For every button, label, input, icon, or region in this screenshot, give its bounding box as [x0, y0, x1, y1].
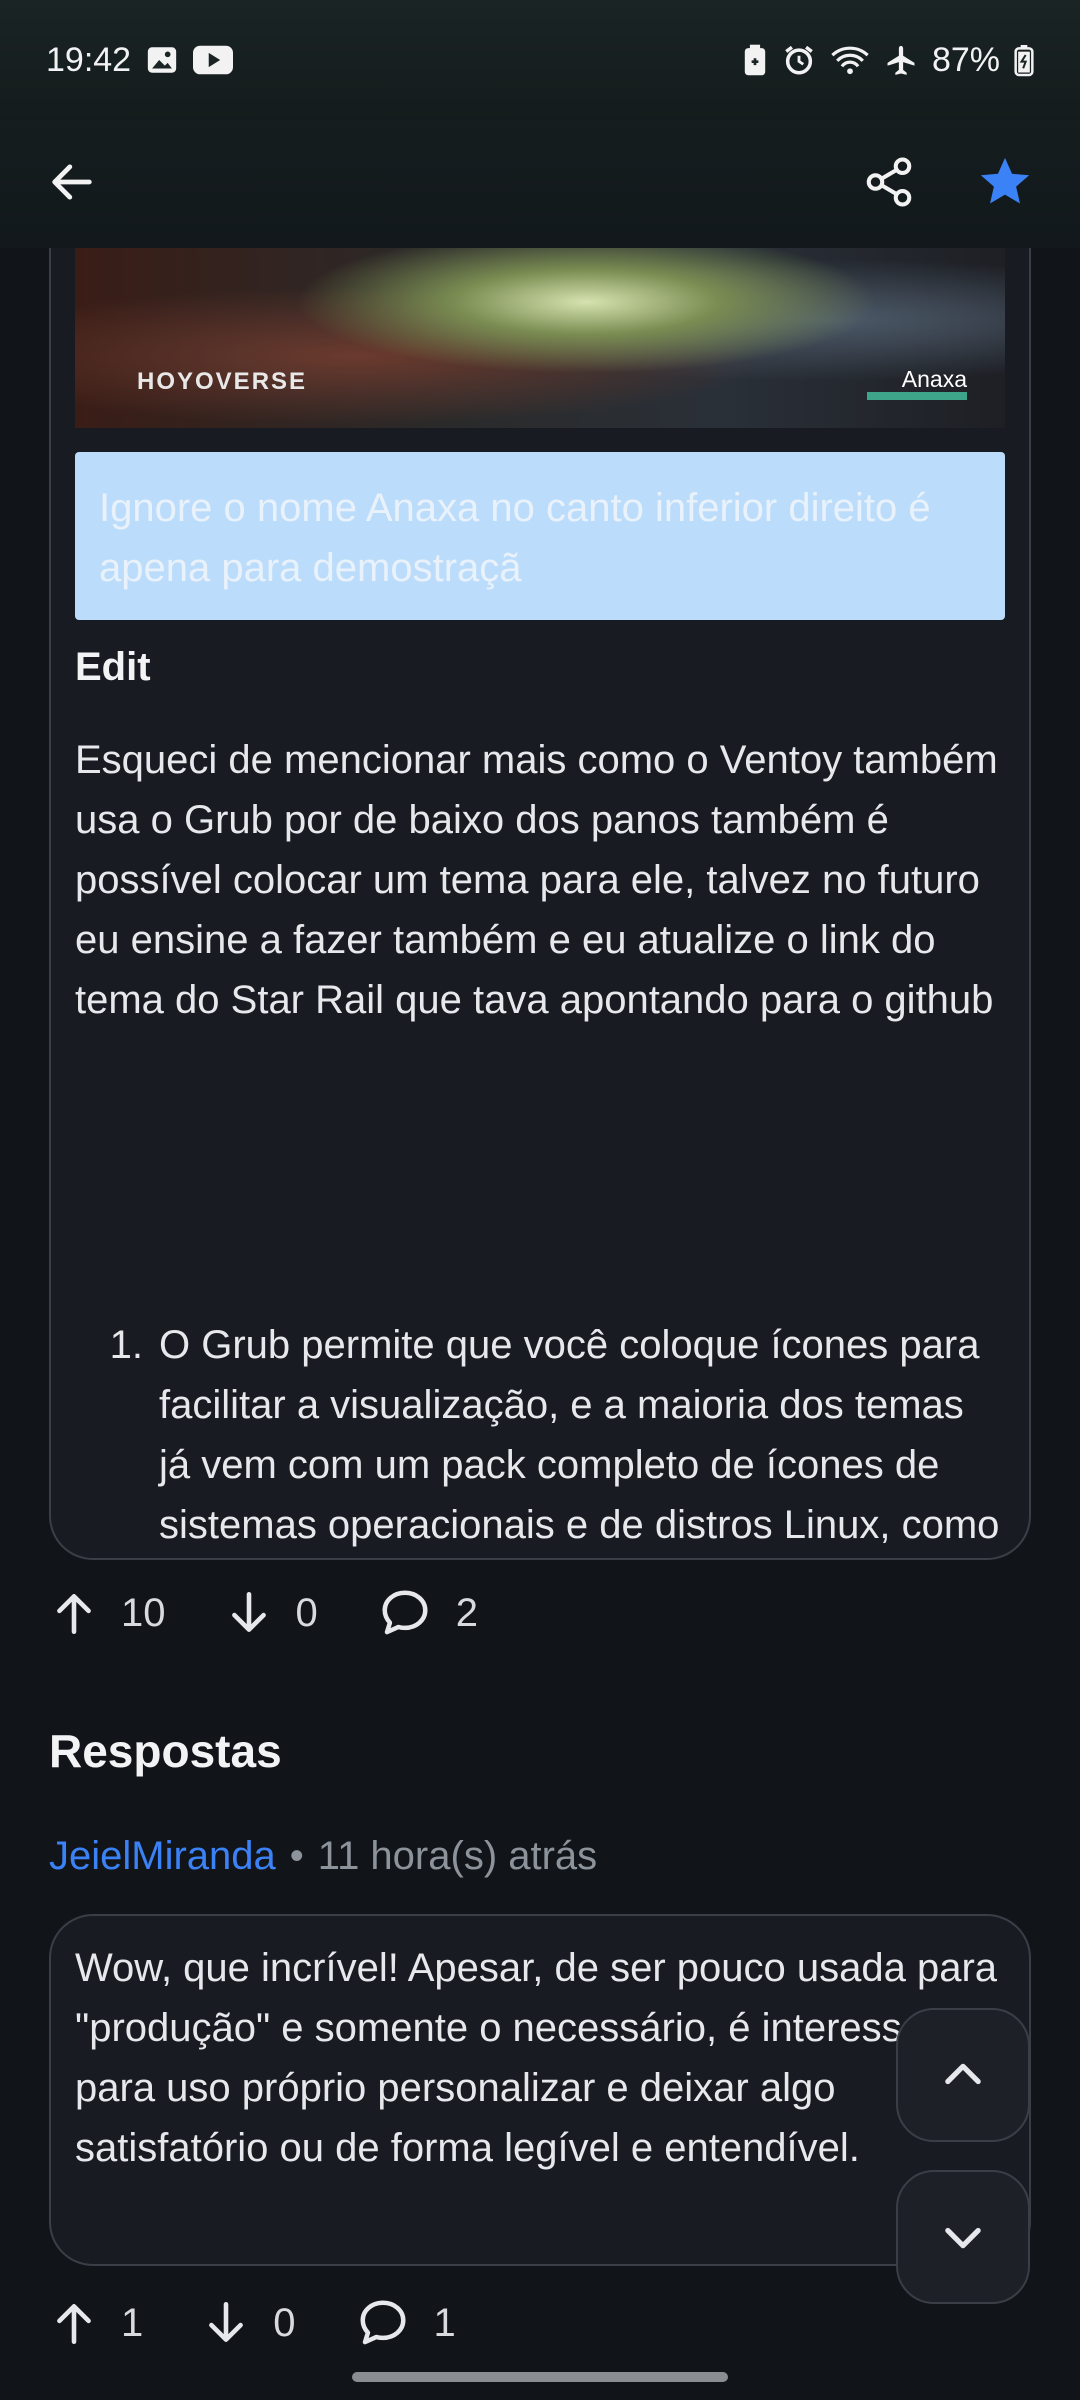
scroll-down-button[interactable]	[896, 2170, 1030, 2304]
list-number: 1.	[109, 1323, 143, 1367]
edit-heading: Edit	[75, 645, 151, 689]
comment-bubble-icon	[382, 1590, 428, 1635]
battery-icon	[1014, 43, 1034, 77]
status-time: 19:42	[46, 40, 132, 79]
comment-button[interactable]: 2	[376, 1586, 478, 1640]
post-card: HOYOVERSE Anaxa Ignore o nome Anaxa no c…	[49, 200, 1031, 1560]
comment-reply-button[interactable]: 1	[354, 2296, 456, 2350]
status-left: 19:42	[46, 40, 234, 80]
comment-reply-count: 1	[433, 2300, 456, 2345]
arrow-up-icon	[57, 2304, 91, 2345]
chevron-down-icon	[945, 2227, 981, 2249]
replies-title: Respostas	[49, 1725, 282, 1777]
comment-actions: 1 0 1	[49, 2296, 514, 2350]
arrow-up-icon	[57, 1594, 91, 1635]
comment-downvote-count: 0	[273, 2300, 296, 2345]
post-actions: 10 0 2	[49, 1586, 536, 1640]
spoiler-callout: Ignore o nome Anaxa no canto inferior di…	[75, 452, 1005, 620]
meta-separator: •	[289, 1834, 304, 1878]
post-body: Esqueci de mencionar mais como o Ventoy …	[75, 738, 998, 1022]
comment-author[interactable]: JeielMiranda	[49, 1834, 276, 1879]
comment-count: 2	[455, 1590, 478, 1635]
image-tag: Anaxa	[901, 366, 967, 392]
comment-upvote-count: 1	[121, 2300, 144, 2345]
app-bar	[0, 120, 1080, 248]
scroll-up-button[interactable]	[896, 2008, 1030, 2142]
app-bar-actions	[862, 153, 1034, 216]
wifi-icon	[830, 44, 870, 76]
status-right: 87%	[742, 41, 1034, 80]
share-icon[interactable]	[862, 155, 916, 214]
alarm-icon	[782, 43, 816, 77]
back-arrow-icon[interactable]	[46, 156, 98, 213]
comment-upvote-button[interactable]: 1	[49, 2298, 143, 2348]
downvote-count: 0	[295, 1590, 318, 1635]
image-watermark: HOYOVERSE	[137, 368, 308, 395]
list-text: O Grub permite que você coloque ícones p…	[159, 1323, 1000, 1547]
battery-percent: 87%	[931, 40, 1000, 79]
arrow-down-icon	[209, 2301, 244, 2342]
post-image[interactable]: HOYOVERSE Anaxa	[75, 248, 1005, 428]
airplane-icon	[884, 43, 918, 77]
chevron-up-icon	[945, 2063, 981, 2085]
comment-card[interactable]: Wow, que incrível! Apesar, de ser pouco …	[49, 1914, 1031, 2266]
star-icon[interactable]	[976, 153, 1034, 216]
downvote-button[interactable]: 0	[224, 1588, 318, 1638]
upvote-button[interactable]: 10	[49, 1588, 166, 1638]
upvote-count: 10	[121, 1590, 166, 1635]
image-icon	[145, 43, 179, 77]
youtube-icon	[193, 44, 234, 76]
list-item: 1. O Grub permite que você coloque ícone…	[75, 1315, 1005, 1558]
comment-downvote-button[interactable]: 0	[201, 2298, 296, 2348]
comment-text: Wow, que incrível! Apesar, de ser pouco …	[75, 1946, 998, 2170]
comment-time: 11 hora(s) atrás	[317, 1834, 598, 1878]
status-bar: 19:42 87%	[0, 0, 1080, 120]
battery-saver-icon	[742, 43, 768, 77]
image-tag-bar	[867, 392, 967, 400]
comment-bubble-icon	[360, 2300, 405, 2345]
arrow-down-icon	[231, 1591, 266, 1632]
comment-meta: JeielMiranda • 11 hora(s) atrás	[49, 1834, 597, 1879]
gesture-nav-handle[interactable]	[352, 2372, 728, 2382]
